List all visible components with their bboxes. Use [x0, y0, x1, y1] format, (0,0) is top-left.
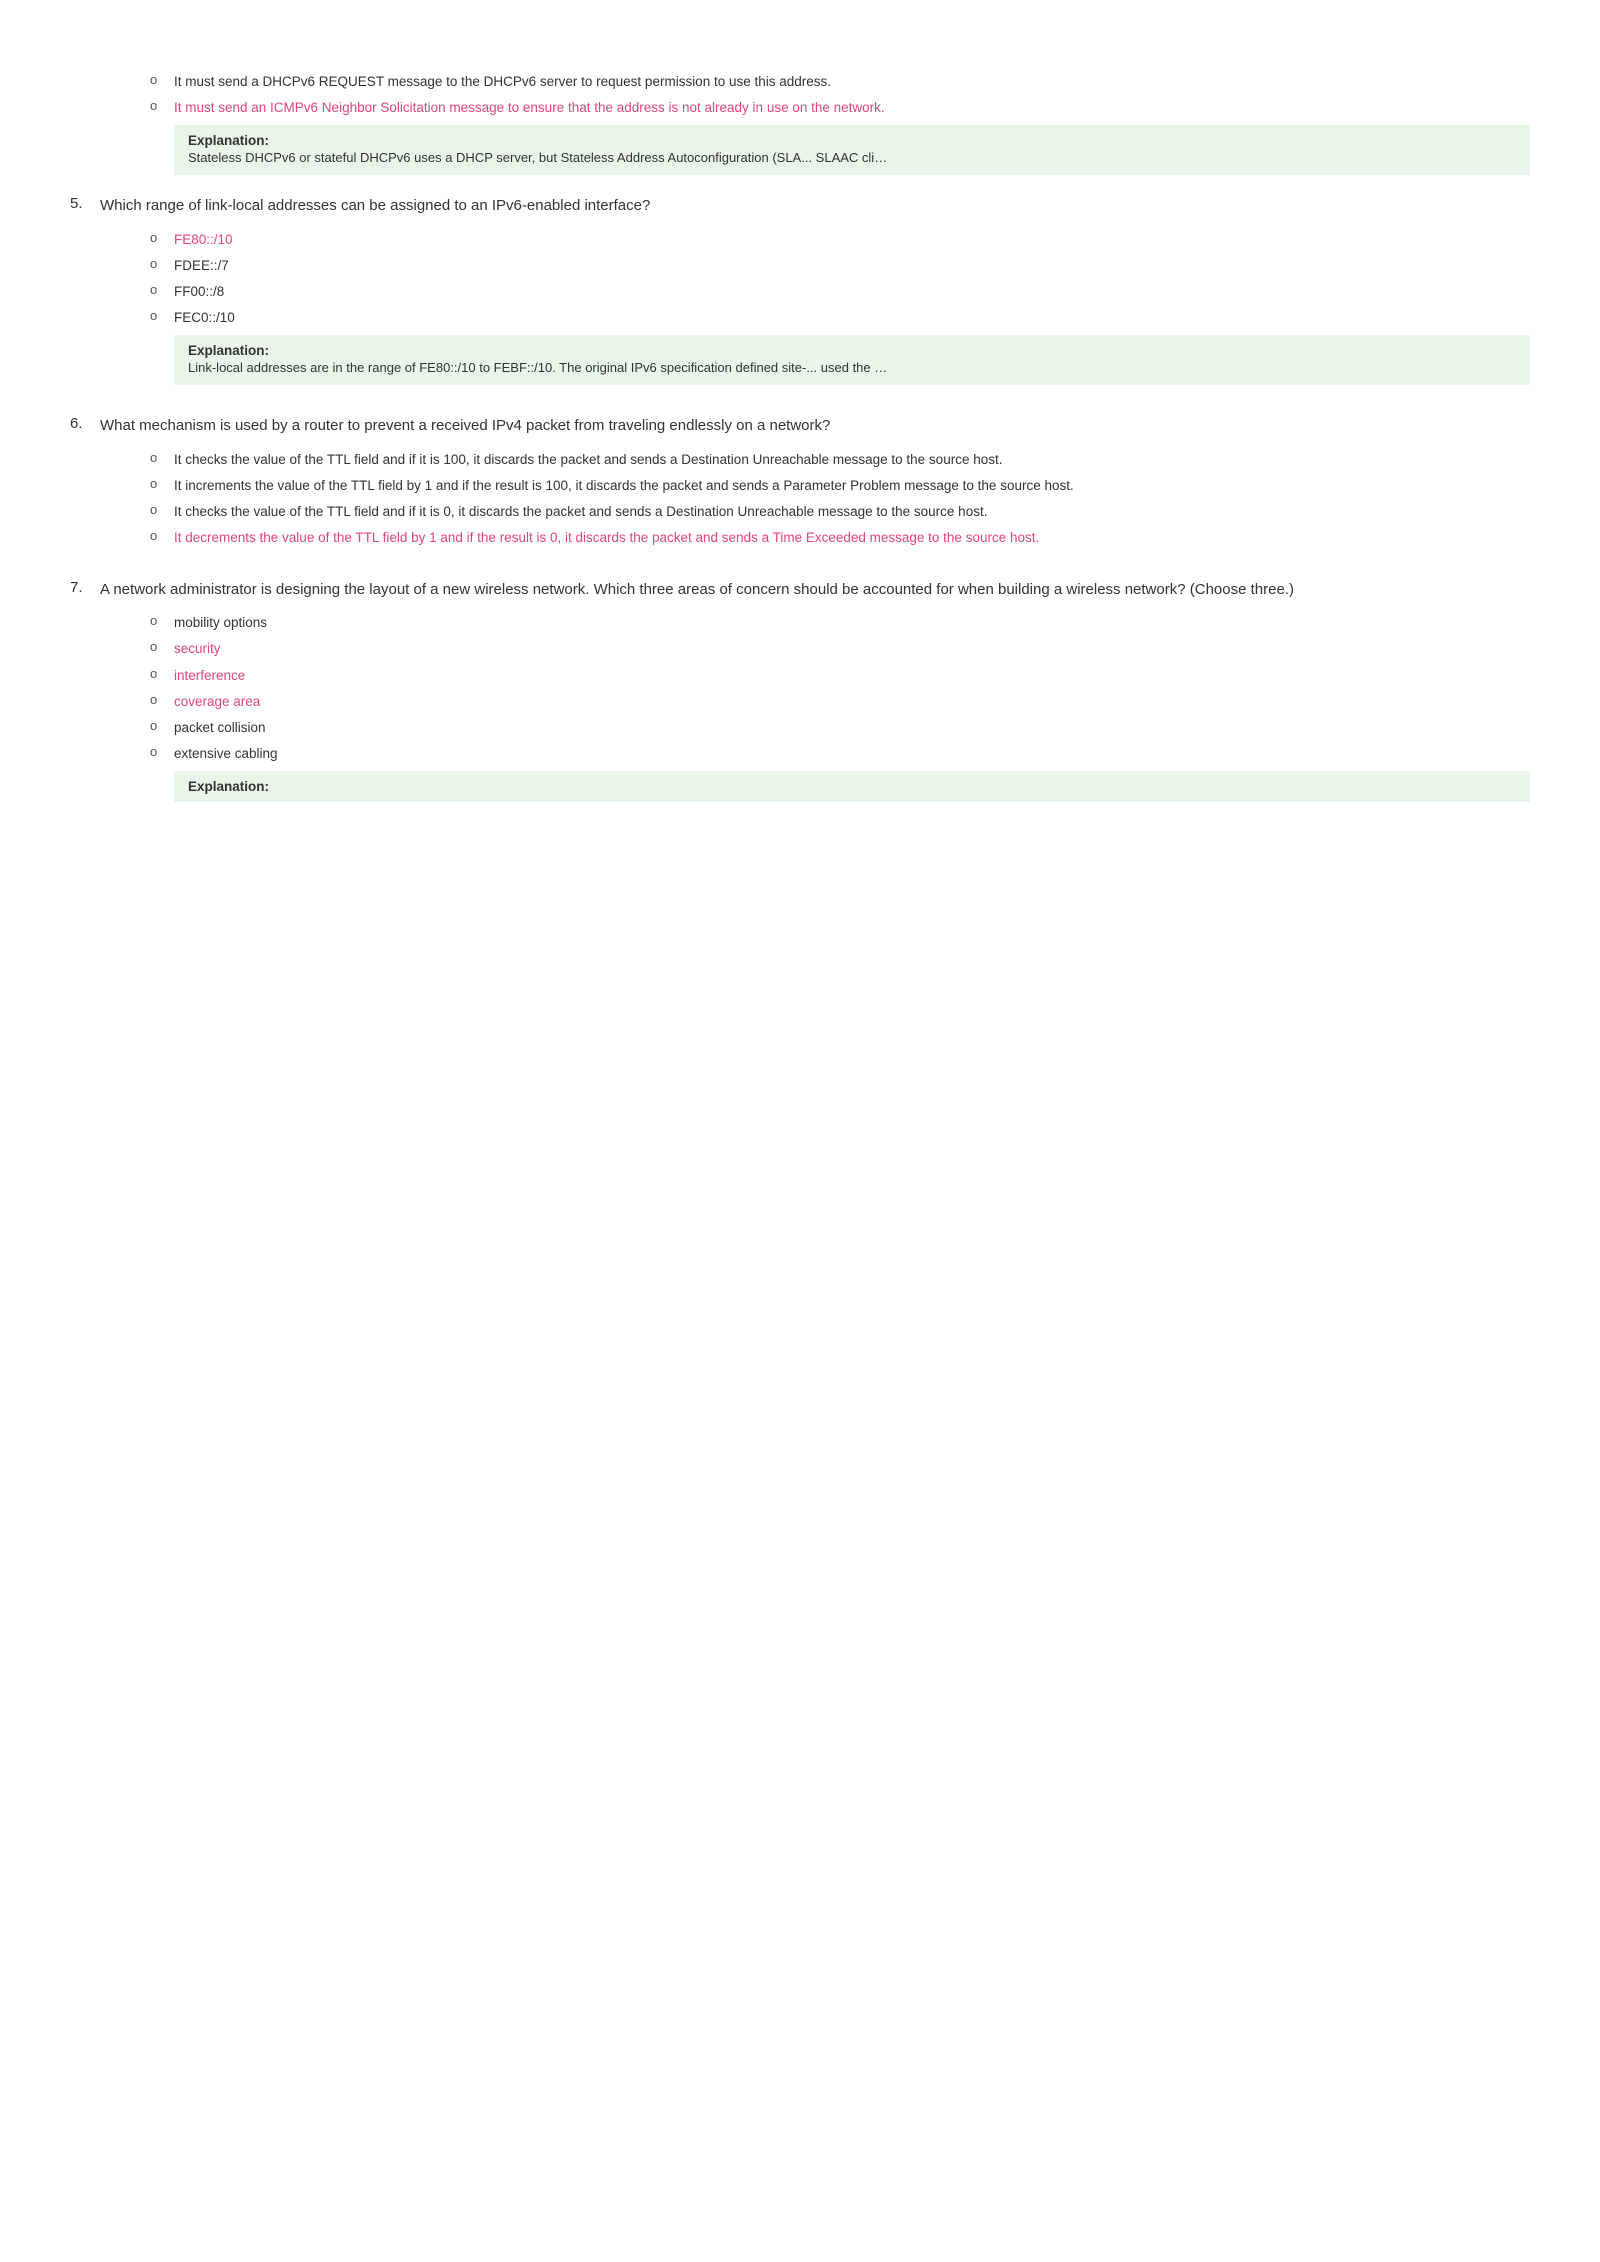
- prior-block: o It must send a DHCPv6 REQUEST message …: [70, 72, 1530, 175]
- question-5: 5. Which range of link-local addresses c…: [70, 195, 1530, 385]
- question-7-text: A network administrator is designing the…: [100, 579, 1294, 602]
- question-6: 6. What mechanism is used by a router to…: [70, 415, 1530, 549]
- q6-option-1-text: It checks the value of the TTL field and…: [174, 450, 1002, 470]
- bullet-icon: o: [150, 450, 164, 465]
- prior-explanation-box: Explanation: Stateless DHCPv6 or statefu…: [174, 125, 1530, 176]
- q6-option-2: o It increments the value of the TTL fie…: [150, 476, 1530, 496]
- bullet-icon: o: [150, 502, 164, 517]
- bullet-icon: o: [150, 692, 164, 707]
- bullet-icon: o: [150, 308, 164, 323]
- page-container: o It must send a DHCPv6 REQUEST message …: [30, 40, 1570, 852]
- bullet-icon: o: [150, 282, 164, 297]
- question-6-options: o It checks the value of the TTL field a…: [150, 450, 1530, 549]
- question-7: 7. A network administrator is designing …: [70, 579, 1530, 802]
- question-6-text: What mechanism is used by a router to pr…: [100, 415, 830, 438]
- bullet-icon: o: [150, 476, 164, 491]
- q5-explanation-box: Explanation: Link-local addresses are in…: [174, 335, 1530, 386]
- prior-option-2: o It must send an ICMPv6 Neighbor Solici…: [150, 98, 1530, 118]
- q6-option-3-text: It checks the value of the TTL field and…: [174, 502, 987, 522]
- q5-option-3-text: FF00::/8: [174, 282, 224, 302]
- question-5-header: 5. Which range of link-local addresses c…: [70, 195, 1530, 218]
- bullet-icon: o: [150, 744, 164, 759]
- q6-option-2-text: It increments the value of the TTL field…: [174, 476, 1074, 496]
- prior-option-1: o It must send a DHCPv6 REQUEST message …: [150, 72, 1530, 92]
- q7-option-6: o extensive cabling: [150, 744, 1530, 764]
- bullet-icon: o: [150, 613, 164, 628]
- question-5-text: Which range of link-local addresses can …: [100, 195, 650, 218]
- q7-option-3: o interference: [150, 666, 1530, 686]
- prior-explanation-text: Stateless DHCPv6 or stateful DHCPv6 uses…: [188, 148, 888, 168]
- bullet-icon: o: [150, 528, 164, 543]
- q5-option-4-text: FEC0::/10: [174, 308, 235, 328]
- bullet-icon: o: [150, 230, 164, 245]
- question-7-header: 7. A network administrator is designing …: [70, 579, 1530, 602]
- q5-option-3: o FF00::/8: [150, 282, 1530, 302]
- q5-explanation-text: Link-local addresses are in the range of…: [188, 358, 888, 378]
- prior-options-list: o It must send a DHCPv6 REQUEST message …: [150, 72, 1530, 175]
- prior-explanation-label: Explanation:: [188, 133, 1516, 148]
- q6-option-4: o It decrements the value of the TTL fie…: [150, 528, 1530, 548]
- question-5-number: 5.: [70, 195, 100, 212]
- prior-option-2-text: It must send an ICMPv6 Neighbor Solicita…: [174, 98, 885, 118]
- q5-option-1: o FE80::/10: [150, 230, 1530, 250]
- q7-option-1-text: mobility options: [174, 613, 267, 633]
- q7-option-2: o security: [150, 639, 1530, 659]
- bullet-icon: o: [150, 718, 164, 733]
- bullet-icon: o: [150, 256, 164, 271]
- q5-option-2-text: FDEE::/7: [174, 256, 229, 276]
- q7-option-5: o packet collision: [150, 718, 1530, 738]
- q5-option-4: o FEC0::/10: [150, 308, 1530, 328]
- q7-option-1: o mobility options: [150, 613, 1530, 633]
- q7-option-5-text: packet collision: [174, 718, 266, 738]
- q7-option-2-text: security: [174, 639, 221, 659]
- q7-option-3-text: interference: [174, 666, 245, 686]
- q7-option-6-text: extensive cabling: [174, 744, 278, 764]
- question-5-options: o FE80::/10 o FDEE::/7 o FF00::/8 o FEC0…: [150, 230, 1530, 386]
- q6-option-3: o It checks the value of the TTL field a…: [150, 502, 1530, 522]
- bullet-icon: o: [150, 639, 164, 654]
- question-7-number: 7.: [70, 579, 100, 596]
- bullet-icon: o: [150, 666, 164, 681]
- q5-option-2: o FDEE::/7: [150, 256, 1530, 276]
- q7-explanation-label: Explanation:: [188, 779, 1516, 794]
- question-7-options: o mobility options o security o interfer…: [150, 613, 1530, 802]
- prior-option-1-text: It must send a DHCPv6 REQUEST message to…: [174, 72, 831, 92]
- question-6-number: 6.: [70, 415, 100, 432]
- question-6-header: 6. What mechanism is used by a router to…: [70, 415, 1530, 438]
- bullet-icon: o: [150, 98, 164, 113]
- q7-explanation-box: Explanation:: [174, 771, 1530, 802]
- bullet-icon: o: [150, 72, 164, 87]
- q7-option-4: o coverage area: [150, 692, 1530, 712]
- q5-explanation-label: Explanation:: [188, 343, 1516, 358]
- q5-option-1-text: FE80::/10: [174, 230, 233, 250]
- q6-option-4-text: It decrements the value of the TTL field…: [174, 528, 1039, 548]
- q7-option-4-text: coverage area: [174, 692, 260, 712]
- q6-option-1: o It checks the value of the TTL field a…: [150, 450, 1530, 470]
